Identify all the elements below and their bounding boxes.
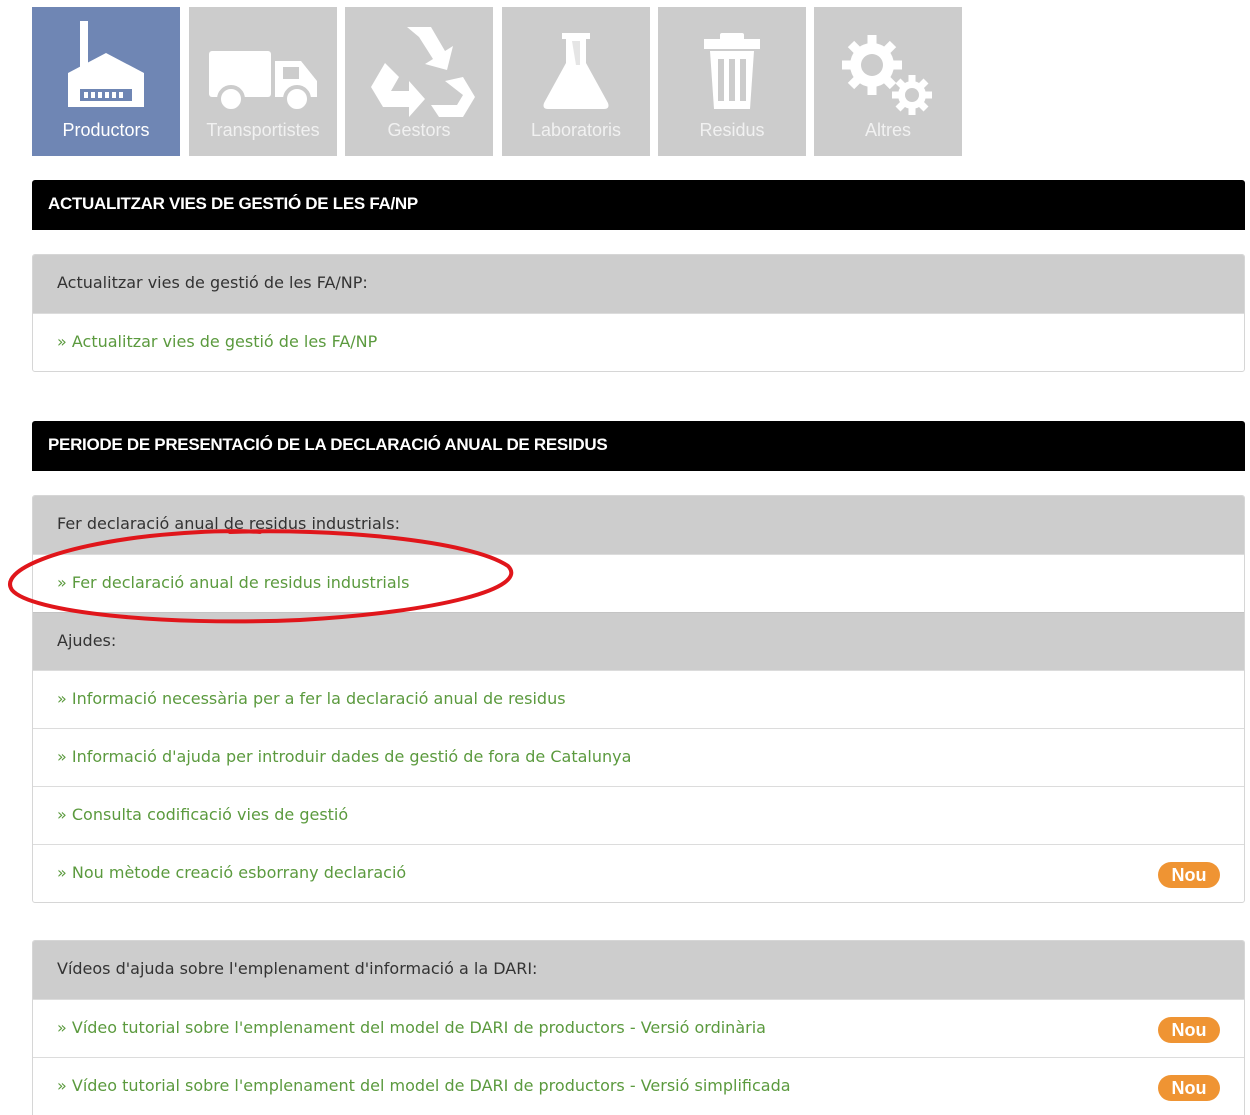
tab-label: Productors	[62, 120, 150, 140]
tab-altres[interactable]: Altres	[814, 7, 962, 156]
tab-laboratoris[interactable]: Laboratoris	[502, 7, 650, 156]
section-title: ACTUALITZAR VIES DE GESTIÓ DE LES FA/NP	[48, 194, 418, 213]
help-heading-text: Ajudes:	[57, 631, 117, 650]
new-badge: Nou	[1158, 1075, 1220, 1101]
tab-transportistes[interactable]: Transportistes	[189, 7, 337, 156]
panel-heading-text: Actualitzar vies de gestió de les FA/NP:	[57, 273, 368, 292]
panel-heading-text: Vídeos d'ajuda sobre l'emplenament d'inf…	[57, 959, 538, 978]
panel-heading-text: Fer declaració anual de residus industri…	[57, 514, 400, 533]
list-item: » Informació necessària per a fer la dec…	[33, 670, 1244, 728]
tab-label: Laboratoris	[530, 120, 622, 140]
tab-residus[interactable]: Residus	[658, 7, 806, 156]
tab-label: Altres	[864, 120, 911, 140]
panel-subheading: Ajudes:	[33, 612, 1244, 670]
tab-label: Gestors	[387, 120, 451, 140]
category-tabs: Productors Transportistes Gestors Labora…	[32, 7, 972, 156]
tab-label: Transportistes	[206, 120, 320, 140]
section-header-declaration: PERIODE DE PRESENTACIÓ DE LA DECLARACIÓ …	[32, 421, 1245, 471]
panel-heading: Vídeos d'ajuda sobre l'emplenament d'inf…	[33, 941, 1244, 999]
declaration-panel: Fer declaració anual de residus industri…	[32, 495, 1245, 903]
update-panel: Actualitzar vies de gestió de les FA/NP:…	[32, 254, 1245, 372]
list-item: » Vídeo tutorial sobre l'emplenament del…	[33, 1057, 1244, 1115]
section-header-update: ACTUALITZAR VIES DE GESTIÓ DE LES FA/NP	[32, 180, 1245, 230]
list-item: » Nou mètode creació esborrany declaraci…	[33, 844, 1244, 902]
list-item: » Actualitzar vies de gestió de les FA/N…	[33, 313, 1244, 371]
help-link-info[interactable]: » Informació necessària per a fer la dec…	[57, 689, 566, 708]
list-item: » Consulta codificació vies de gestió	[33, 786, 1244, 844]
video-link-simplified[interactable]: » Vídeo tutorial sobre l'emplenament del…	[57, 1076, 791, 1095]
help-link-outside-catalonia[interactable]: » Informació d'ajuda per introduir dades…	[57, 747, 631, 766]
list-item: » Fer declaració anual de residus indust…	[33, 554, 1244, 612]
help-link-new-draft-method[interactable]: » Nou mètode creació esborrany declaraci…	[57, 863, 406, 882]
help-link-codification[interactable]: » Consulta codificació vies de gestió	[57, 805, 348, 824]
new-badge: Nou	[1158, 862, 1220, 888]
tab-gestors[interactable]: Gestors	[345, 7, 493, 156]
list-item: » Informació d'ajuda per introduir dades…	[33, 728, 1244, 786]
video-link-ordinary[interactable]: » Vídeo tutorial sobre l'emplenament del…	[57, 1018, 766, 1037]
panel-heading: Fer declaració anual de residus industri…	[33, 496, 1244, 554]
tab-label: Residus	[699, 120, 765, 140]
new-badge: Nou	[1158, 1017, 1220, 1043]
list-item: » Vídeo tutorial sobre l'emplenament del…	[33, 999, 1244, 1057]
videos-panel: Vídeos d'ajuda sobre l'emplenament d'inf…	[32, 940, 1245, 1115]
make-declaration-link[interactable]: » Fer declaració anual de residus indust…	[57, 573, 409, 592]
update-routes-link[interactable]: » Actualitzar vies de gestió de les FA/N…	[57, 332, 377, 351]
section-title: PERIODE DE PRESENTACIÓ DE LA DECLARACIÓ …	[48, 435, 608, 454]
tab-productors[interactable]: Productors	[32, 7, 180, 156]
panel-heading: Actualitzar vies de gestió de les FA/NP:	[33, 255, 1244, 313]
